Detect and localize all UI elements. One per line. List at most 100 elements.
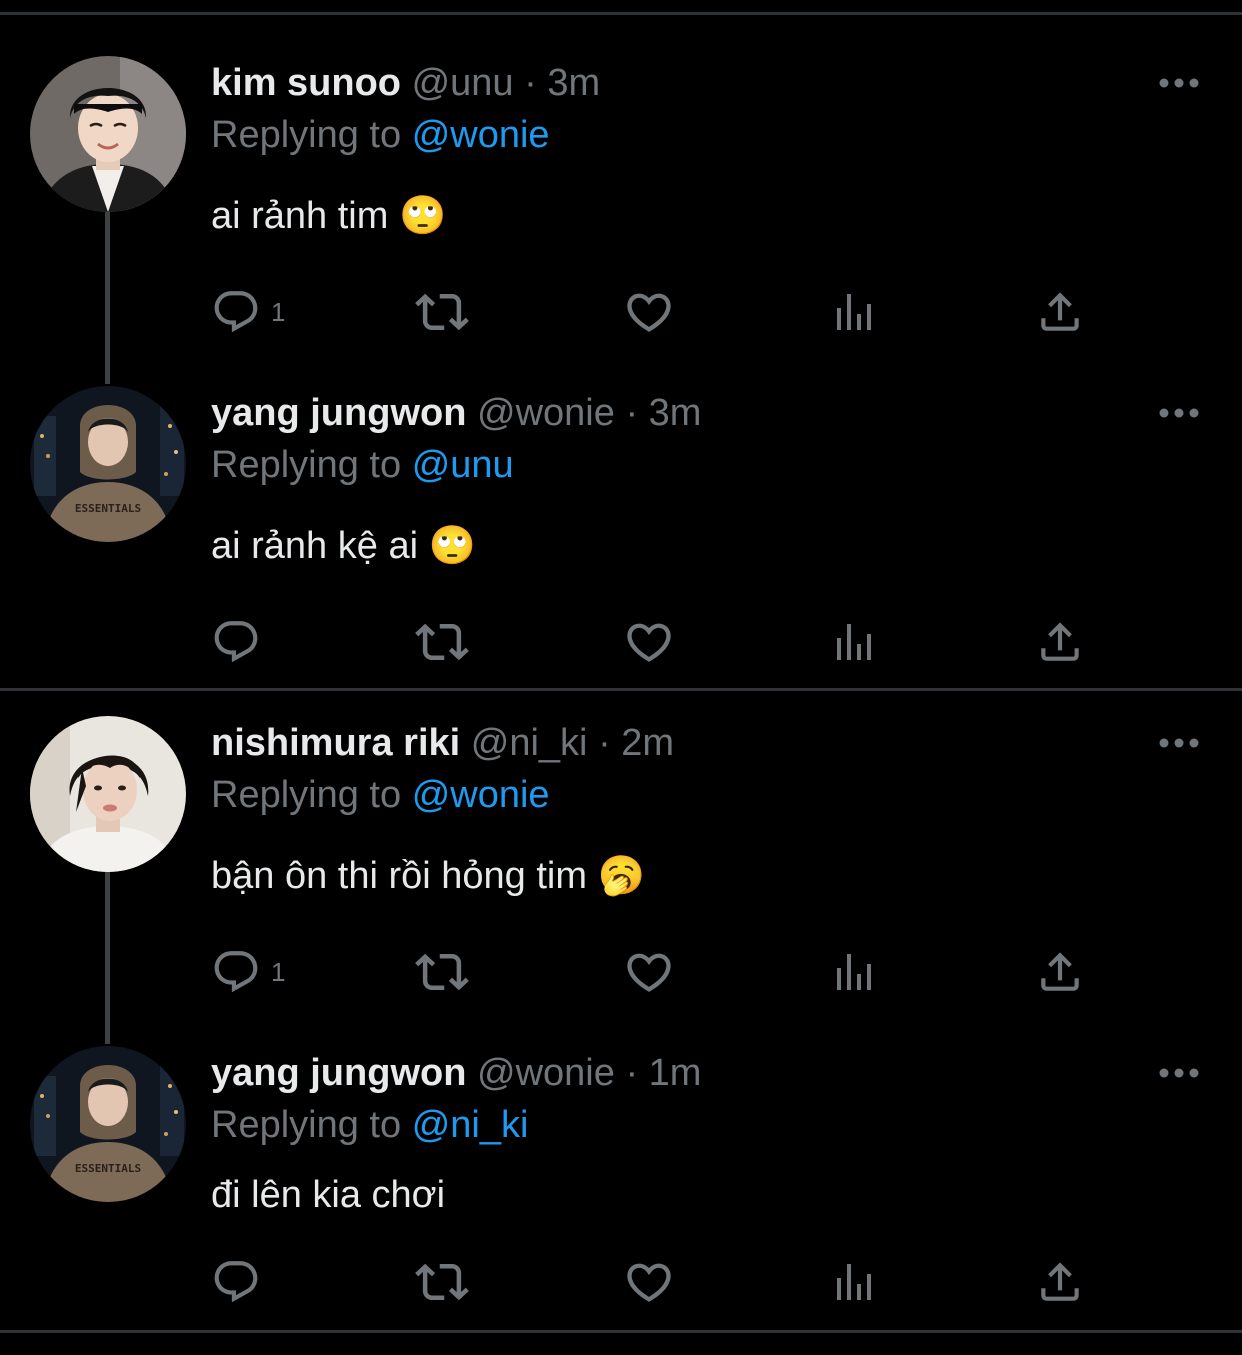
user-handle[interactable]: @wonie <box>477 1052 615 1094</box>
replying-to-label: Replying to <box>211 774 402 816</box>
retweet-button[interactable] <box>415 942 469 1002</box>
like-icon <box>623 616 675 668</box>
bottom-divider <box>0 1330 1242 1333</box>
replying-to-label: Replying to <box>211 444 402 486</box>
reply-count: 1 <box>271 296 286 327</box>
reply-icon <box>211 617 261 667</box>
analytics-button[interactable] <box>831 1252 879 1312</box>
retweet-icon <box>415 615 469 669</box>
action-bar: 1 <box>211 942 1111 1002</box>
reply-button[interactable]: 1 <box>211 282 285 342</box>
user-handle[interactable]: @unu <box>412 62 514 104</box>
tweet-header: yang jungwon @wonie · 1m <box>211 1046 701 1100</box>
display-name[interactable]: kim sunoo <box>211 62 401 104</box>
analytics-icon <box>831 1258 879 1306</box>
like-button[interactable] <box>623 942 675 1002</box>
reply-icon <box>211 287 261 337</box>
like-icon <box>623 286 675 338</box>
more-options-icon[interactable] <box>1156 70 1202 96</box>
share-icon <box>1035 617 1085 667</box>
replying-to-handle[interactable]: @unu <box>412 444 514 486</box>
avatar[interactable]: ESSENTIALS <box>30 386 186 542</box>
user-handle[interactable]: @wonie <box>477 392 615 434</box>
timestamp[interactable]: 2m <box>621 722 674 764</box>
separator: · <box>524 62 537 104</box>
retweet-icon <box>415 1255 469 1309</box>
avatar[interactable]: ESSENTIALS <box>30 1046 186 1202</box>
retweet-button[interactable] <box>415 612 469 672</box>
hoodie-logo: ESSENTIALS <box>75 1162 141 1175</box>
tweet-text: ai rảnh tim 🙄 <box>211 195 447 237</box>
analytics-icon <box>831 618 879 666</box>
analytics-icon <box>831 288 879 336</box>
tweet[interactable]: ESSENTIALS yang jungwon @wonie · 3m Repl… <box>0 386 1242 686</box>
share-button[interactable] <box>1035 942 1085 1002</box>
reply-icon <box>211 1257 261 1307</box>
analytics-button[interactable] <box>831 942 879 1002</box>
separator: · <box>625 1052 639 1094</box>
replying-to-handle[interactable]: @ni_ki <box>412 1104 529 1146</box>
more-options-icon[interactable] <box>1156 730 1202 756</box>
like-button[interactable] <box>623 612 675 672</box>
analytics-icon <box>831 948 879 996</box>
display-name[interactable]: yang jungwon <box>211 392 466 434</box>
retweet-icon <box>415 945 469 999</box>
avatar[interactable] <box>30 716 186 872</box>
tweet[interactable]: ESSENTIALS yang jungwon @wonie · 1m Repl… <box>0 1046 1242 1316</box>
like-button[interactable] <box>623 1252 675 1312</box>
share-icon <box>1035 287 1085 337</box>
action-bar <box>211 1252 1111 1312</box>
profile-photo-riki-icon <box>30 716 186 872</box>
tweet[interactable]: nishimura riki @ni_ki · 2m Replying to @… <box>0 716 1242 1016</box>
retweet-button[interactable] <box>415 1252 469 1312</box>
action-bar <box>211 612 1111 672</box>
share-button[interactable] <box>1035 1252 1085 1312</box>
replying-to-label: Replying to <box>211 1104 402 1146</box>
timestamp[interactable]: 1m <box>649 1052 702 1094</box>
reply-button[interactable] <box>211 1252 271 1312</box>
profile-photo-jungwon-icon: ESSENTIALS <box>30 1046 186 1202</box>
tweet-header: kim sunoo @unu · 3m <box>211 56 600 110</box>
display-name[interactable]: nishimura riki <box>211 722 460 764</box>
replying-to-handle[interactable]: @wonie <box>412 774 550 816</box>
reply-button[interactable]: 1 <box>211 942 285 1002</box>
like-button[interactable] <box>623 282 675 342</box>
tweet-header: nishimura riki @ni_ki · 2m <box>211 716 674 770</box>
tweet-header: yang jungwon @wonie · 3m <box>211 386 701 440</box>
replying-to: Replying to @unu <box>211 440 514 490</box>
tweet[interactable]: kim sunoo @unu · 3m Replying to @wonie a… <box>0 56 1242 356</box>
tweet-text: ai rảnh kệ ai 🙄 <box>211 525 476 567</box>
share-button[interactable] <box>1035 282 1085 342</box>
retweet-button[interactable] <box>415 282 469 342</box>
replying-to-handle[interactable]: @wonie <box>412 114 550 156</box>
reply-button[interactable] <box>211 612 271 672</box>
more-options-icon[interactable] <box>1156 1060 1202 1086</box>
more-options-icon[interactable] <box>1156 400 1202 426</box>
reply-count: 1 <box>271 956 286 987</box>
timestamp[interactable]: 3m <box>649 392 702 434</box>
conversation-divider <box>0 688 1242 691</box>
analytics-button[interactable] <box>831 282 879 342</box>
share-icon <box>1035 947 1085 997</box>
action-bar: 1 <box>211 282 1111 342</box>
display-name[interactable]: yang jungwon <box>211 1052 466 1094</box>
separator: · <box>598 722 611 764</box>
retweet-icon <box>415 285 469 339</box>
replying-to-label: Replying to <box>211 114 402 156</box>
avatar[interactable] <box>30 56 186 212</box>
user-handle[interactable]: @ni_ki <box>471 722 588 764</box>
replying-to: Replying to @ni_ki <box>211 1100 528 1150</box>
top-divider <box>0 12 1242 15</box>
share-icon <box>1035 1257 1085 1307</box>
profile-photo-jungwon-icon: ESSENTIALS <box>30 386 186 542</box>
replying-to: Replying to @wonie <box>211 110 550 160</box>
replying-to: Replying to @wonie <box>211 770 550 820</box>
timestamp[interactable]: 3m <box>547 62 600 104</box>
tweet-text: bận ôn thi rồi hỏng tim 🥱 <box>211 855 645 897</box>
share-button[interactable] <box>1035 612 1085 672</box>
hoodie-logo: ESSENTIALS <box>75 502 141 515</box>
tweet-text: đi lên kia chơi <box>211 1174 446 1216</box>
analytics-button[interactable] <box>831 612 879 672</box>
like-icon <box>623 946 675 998</box>
separator: · <box>625 392 639 434</box>
